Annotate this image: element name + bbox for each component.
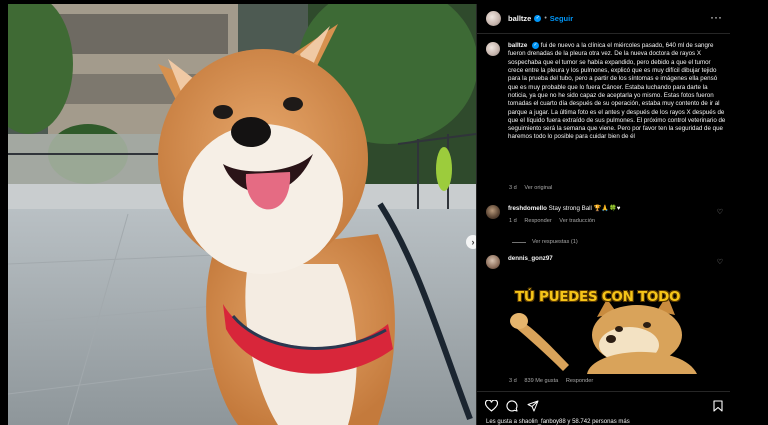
post-caption: balltze ✓ fui de nuevo a la clínica el m…: [486, 42, 726, 142]
comment-body: dennis_gonz97: [508, 255, 553, 269]
heart-icon[interactable]: [485, 400, 498, 412]
comment-likes[interactable]: 839 Me gusta: [524, 378, 558, 384]
chevron-right-icon: ›: [471, 236, 475, 247]
comment-time[interactable]: 3 d: [509, 378, 517, 384]
comment-sticker: TÚ PUEDES CON TODO: [507, 287, 703, 374]
comment-meta: 1 d Responder Ver traducción: [509, 218, 601, 224]
comment-item: dennis_gonz97: [486, 255, 726, 269]
comment-username[interactable]: dennis_gonz97: [508, 255, 553, 262]
replies-line: [512, 241, 526, 243]
caption-username[interactable]: balltze: [508, 42, 527, 49]
post-header: balltze ✓ • Seguir ···: [477, 4, 731, 34]
verified-icon: ✓: [532, 42, 539, 49]
caption-meta: 3 d Ver original: [509, 185, 558, 191]
avatar[interactable]: [486, 11, 501, 26]
view-replies-label: Ver respuestas (1): [532, 239, 578, 245]
shiba-photo-illustration: [8, 4, 476, 425]
post-actions-bar: [477, 391, 731, 413]
comment-username[interactable]: freshdomello: [508, 205, 547, 212]
comment-time[interactable]: 1 d: [509, 218, 517, 224]
comment-icon[interactable]: [506, 400, 518, 412]
comment-item: freshdomello Stay strong Ball 🏆🙏🍀♥: [486, 205, 726, 219]
translate-button[interactable]: Ver traducción: [559, 218, 595, 224]
likes-summary[interactable]: Les gusta a shaolin_fanboy88 y 58.742 pe…: [486, 419, 630, 425]
caption-body: fui de nuevo a la clínica el miércoles p…: [508, 42, 726, 141]
avatar[interactable]: [486, 205, 500, 219]
see-original-link[interactable]: Ver original: [524, 185, 552, 191]
modal-backdrop[interactable]: [730, 0, 768, 425]
comment-text: Stay strong Ball 🏆🙏🍀♥: [548, 205, 621, 212]
view-replies-button[interactable]: Ver respuestas (1): [512, 239, 578, 245]
bookmark-icon[interactable]: [713, 400, 723, 412]
more-horizontal-icon[interactable]: ···: [710, 11, 722, 23]
avatar[interactable]: [486, 255, 500, 269]
separator-dot: •: [544, 15, 547, 22]
post-side-panel: balltze ✓ • Seguir ··· balltze ✓ fui de …: [476, 4, 731, 425]
reply-button[interactable]: Responder: [524, 218, 551, 224]
verified-icon: ✓: [534, 15, 542, 22]
reply-button[interactable]: Responder: [566, 378, 593, 384]
follow-button[interactable]: Seguir: [550, 14, 573, 23]
post-photo: ›: [8, 4, 476, 425]
next-photo-button[interactable]: ›: [466, 235, 476, 249]
caption-time[interactable]: 3 d: [509, 185, 517, 191]
comment-meta: 3 d 839 Me gusta Responder: [509, 378, 599, 384]
heart-icon[interactable]: ♡: [717, 208, 723, 216]
sticker-text: TÚ PUEDES CON TODO: [515, 289, 681, 305]
comment-body: freshdomello Stay strong Ball 🏆🙏🍀♥: [508, 205, 620, 219]
post-username[interactable]: balltze: [508, 14, 531, 23]
share-icon[interactable]: [527, 400, 539, 412]
heart-icon[interactable]: ♡: [717, 258, 723, 266]
avatar[interactable]: [486, 42, 500, 56]
caption-text: balltze ✓ fui de nuevo a la clínica el m…: [508, 42, 726, 142]
